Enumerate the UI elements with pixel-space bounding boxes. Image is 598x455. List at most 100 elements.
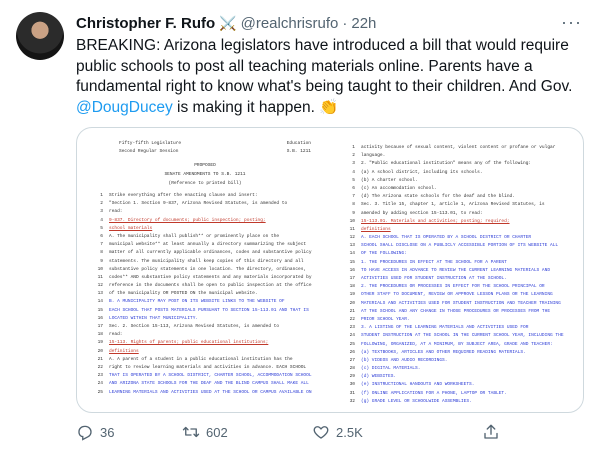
- line-number: 10: [349, 218, 355, 224]
- line-number: 1: [352, 145, 355, 150]
- line-text: right to review learning materials and a…: [109, 364, 307, 370]
- line-text: (d) The Arizona state schools for the de…: [361, 194, 515, 200]
- line-text: OF THE FOLLOWING:: [361, 251, 407, 257]
- document-line: 18 read:: [81, 331, 329, 339]
- line-text: statements. The municipality shall keep …: [109, 258, 304, 264]
- tweet-text-end: is making it happen. 👏: [172, 98, 339, 116]
- line-text: 3. A LISTING OF THE LEARNING MATERIALS A…: [361, 325, 529, 331]
- line-number: 29: [349, 374, 355, 380]
- document-line: 14 OF THE FOLLOWING:: [333, 250, 579, 258]
- line-number: 15: [349, 259, 355, 265]
- document-line: 21 A. A parent of a student in a public …: [81, 356, 329, 364]
- document-line: 10 substantive policy statements in one l…: [81, 266, 329, 274]
- line-text: LEARNING MATERIALS AND ACTIVITIES USED A…: [109, 389, 312, 395]
- tweet-text-body: BREAKING: Arizona legislators have intro…: [76, 37, 573, 95]
- line-number: 4: [100, 217, 103, 223]
- line-text: definitions: [361, 226, 391, 232]
- line-text: "Section 1. Section 9-837, Arizona Revis…: [109, 201, 288, 207]
- document-line: 8 matter of all currently applicable ordi…: [81, 249, 329, 257]
- line-number: 13: [97, 291, 103, 297]
- line-number: 32: [349, 398, 355, 404]
- document-header-right: Education S.B. 1211: [287, 140, 311, 156]
- line-number: 26: [349, 349, 355, 355]
- document-line: 21 AT THE SCHOOL AND ANY CHANGE IN THOSE …: [333, 308, 579, 316]
- line-text: activity because of sexual content, viol…: [361, 145, 556, 150]
- line-number: 24: [349, 333, 355, 339]
- document-line: 7 municipal website** at least annually a…: [81, 241, 329, 249]
- line-number: 7: [352, 194, 355, 200]
- line-number: 16: [97, 315, 103, 321]
- avatar[interactable]: [16, 12, 64, 60]
- document-line: 1 Strike everything after the enacting cl…: [81, 192, 329, 200]
- like-count: 2.5K: [336, 424, 363, 440]
- document-line: 8 Sec. 3. Title 15, chapter 1, article 1…: [333, 201, 579, 209]
- line-text: Strike everything after the enacting cla…: [109, 193, 258, 198]
- line-number: 19: [349, 292, 355, 298]
- document-line: 3 2. "Public educational institution" me…: [333, 160, 579, 168]
- line-number: 22: [97, 364, 103, 370]
- line-number: 8: [352, 202, 355, 208]
- share-button[interactable]: [482, 423, 500, 441]
- line-number: 25: [97, 389, 103, 395]
- line-text: matter of all currently applicable ordin…: [109, 250, 312, 256]
- author-handle[interactable]: @realchrisrufo: [241, 15, 339, 32]
- line-number: 17: [349, 276, 355, 281]
- line-text: AND ARIZONA STATE SCHOOLS FOR THE DEAF A…: [109, 381, 309, 387]
- document-line: 22 PRIOR SCHOOL YEAR.: [333, 316, 579, 324]
- document-line: 11 definitions: [333, 226, 579, 234]
- line-text: B. A MUNICIPALITY MAY POST ON ITS WEBSIT…: [109, 299, 285, 305]
- more-options-icon[interactable]: ···: [561, 12, 582, 32]
- document-line: 24 AND ARIZONA STATE SCHOOLS FOR THE DEAF…: [81, 380, 329, 388]
- line-number: 8: [100, 250, 103, 256]
- document-line: 14 B. A MUNICIPALITY MAY POST ON ITS WEB…: [81, 298, 329, 306]
- document-line: 15 EACH SCHOOL THAT POSTS MATERIALS PURSU…: [81, 307, 329, 315]
- document-line: 1 activity because of sexual content, vio…: [333, 144, 579, 152]
- line-number: 20: [349, 300, 355, 306]
- document-line: 9 statements. The municipality shall keep…: [81, 258, 329, 266]
- retweet-icon: [182, 426, 200, 438]
- document-line: 30 (e) INSTRUCTIONAL HANDOUTS AND WORKSH…: [333, 381, 579, 389]
- line-text: (g) GRADE LEVEL OR SCHOOLWIDE ASSEMBLIES…: [361, 398, 472, 404]
- line-number: 20: [97, 348, 103, 354]
- document-line: 25 FOLLOWING, ORGANIZED, AT A MINIMUM, BY…: [333, 341, 579, 349]
- document-lines-right: 1 activity because of sexual content, vio…: [333, 144, 579, 406]
- line-number: 28: [349, 366, 355, 372]
- retweet-button[interactable]: 602: [182, 423, 228, 441]
- document-line: 5 school materials: [81, 225, 329, 233]
- line-number: 30: [349, 382, 355, 388]
- separator-dot: ·: [342, 14, 348, 32]
- document-line: 15 1. THE PROCEDURES IN EFFECT AT THE SC…: [333, 259, 579, 267]
- line-number: 21: [349, 308, 355, 314]
- document-page-left: Fifty-fifth Legislature Second Regular S…: [81, 136, 329, 406]
- line-text: 2. THE PROCEDURES OR PROCESSES IN EFFECT…: [361, 284, 545, 290]
- line-text: 2. "Public educational institution" mean…: [361, 161, 532, 167]
- line-number: 1: [100, 193, 103, 198]
- line-text: definitions: [109, 348, 139, 354]
- document-line: 2 language.: [333, 152, 579, 160]
- mention-link[interactable]: @DougDucey: [76, 99, 173, 116]
- line-text: (c) An accommodation school.: [361, 185, 437, 191]
- document-line: 22 right to review learning materials and…: [81, 364, 329, 372]
- attached-image[interactable]: Fifty-fifth Legislature Second Regular S…: [76, 127, 584, 413]
- reply-button[interactable]: 36: [76, 423, 114, 441]
- line-text: PRIOR SCHOOL YEAR.: [361, 316, 410, 322]
- line-number: 18: [97, 332, 103, 338]
- document-line: 32 (g) GRADE LEVEL OR SCHOOLWIDE ASSEMBL…: [333, 398, 579, 406]
- line-number: 11: [97, 274, 103, 280]
- like-button[interactable]: 2.5K: [312, 423, 363, 441]
- line-number: 24: [97, 381, 103, 387]
- timestamp[interactable]: 22h: [351, 15, 376, 32]
- document-line: 2 "Section 1. Section 9-837, Arizona Rev…: [81, 200, 329, 208]
- document-line: 25 LEARNING MATERIALS AND ACTIVITIES USED…: [81, 389, 329, 397]
- document-line: 19 OTHER STAFF TO DOCUMENT, REVIEW OR APP…: [333, 291, 579, 299]
- document-header-left: Fifty-fifth Legislature Second Regular S…: [119, 140, 181, 156]
- line-number: 16: [349, 267, 355, 273]
- line-number: 3: [352, 161, 355, 167]
- document-line: 16 TO HAVE ACCESS IN ADVANCE TO REVIEW TH…: [333, 267, 579, 275]
- tweet-actions: 36 602 2.5K: [76, 420, 582, 444]
- author-name[interactable]: Christopher F. Rufo: [76, 15, 215, 32]
- line-text: language.: [361, 153, 386, 159]
- line-text: (d) WEBSITES.: [361, 374, 397, 380]
- line-text: (a) A school district, including its sch…: [361, 169, 483, 175]
- line-text: AT THE SCHOOL AND ANY CHANGE IN THOSE PR…: [361, 308, 551, 314]
